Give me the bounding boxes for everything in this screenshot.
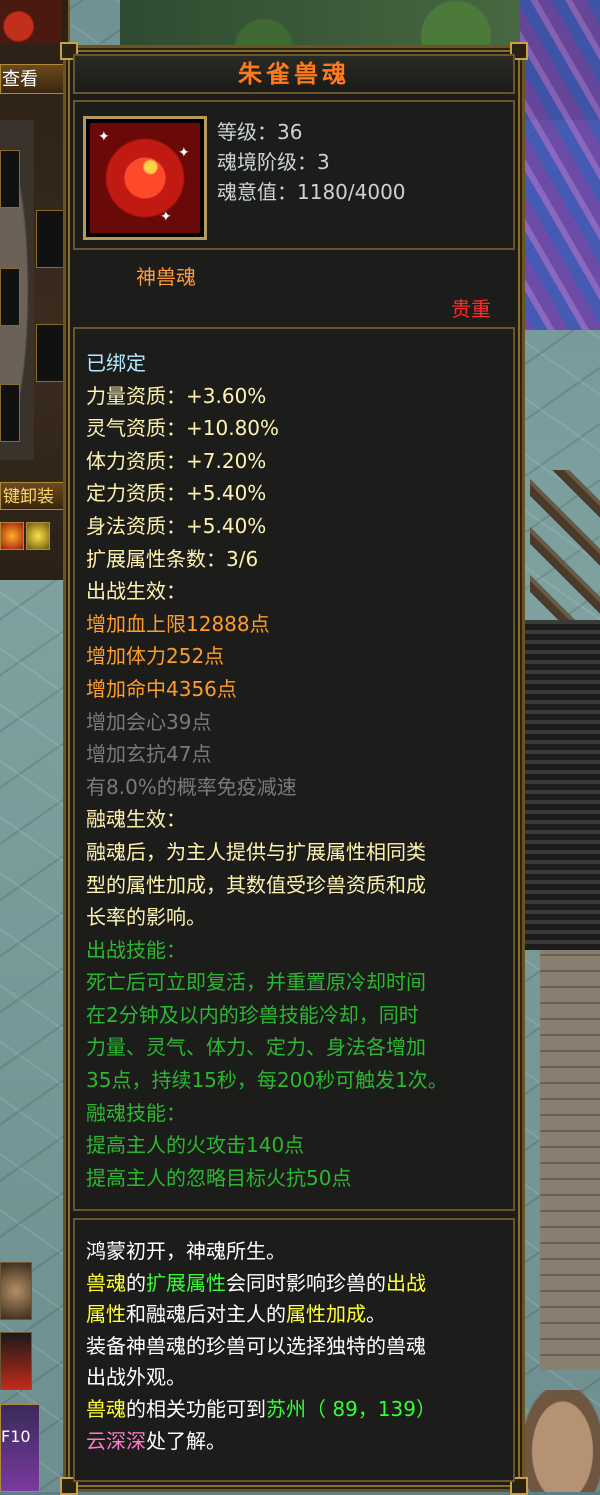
bound-status: 已绑定 [86,351,146,375]
hotkey-label: F10 [1,1427,31,1446]
equip-slot[interactable] [36,324,66,382]
item-rarity: 贵重 [451,297,491,321]
term-battle-attributes: 出战 [386,1270,426,1295]
extension-count: 扩展属性条数：3/6 [86,546,259,571]
fusion-skill: 提高主人的火攻击140点 [86,1133,305,1158]
item-header: ✦ ✦ ✦ 等级：36 魂境阶级：3 魂意值：1180/4000 [73,100,515,250]
battle-skill-text: 死亡后可立即复活，并重置原冷却时间 在2分钟及以内的珍兽技能冷却，同时 力量、灵… [86,970,448,1093]
aptitude-focus: 定力资质：+5.40% [86,481,267,506]
level-stat: 等级：36 [217,120,303,144]
fusion-skill-header: 融魂技能： [86,1100,186,1125]
battle-effect-inactive: 增加玄抗47点 [86,742,212,767]
pet-portrait[interactable] [0,1262,32,1320]
item-icon-frame: ✦ ✦ ✦ [83,116,207,240]
description-text: 的相关功能可到 [126,1396,266,1421]
description-section: 鸿蒙初开，神魂所生。 兽魂的扩展属性会同时影响珍兽的出战 属性和融魂后对主人的属… [73,1218,515,1482]
description-line: 鸿蒙初开，神魂所生。 [86,1239,286,1263]
fusion-skill: 提高主人的忽略目标火抗50点 [86,1165,352,1190]
aptitude-stamina: 体力资质：+7.20% [86,448,267,473]
equip-slot[interactable] [0,384,20,442]
description-line: 兽魂的相关功能可到苏州（ 89，139） [86,1394,507,1426]
character-panel: 查看 键卸装 [0,0,70,580]
description-line: 装备神兽魂的珍兽可以选择独特的兽魂 [86,1333,426,1358]
attributes-section: 已绑定 力量资质：+3.60% 灵气资质：+10.80% 体力资质：+7.20%… [73,327,515,1211]
battle-effect-header: 出战生效： [86,579,186,604]
description-text: 和融魂后对主人的 [126,1302,286,1327]
battle-effect-inactive: 有8.0%的概率免疫减速 [86,774,297,799]
description-line: 出战外观。 [86,1365,186,1390]
description-line: 兽魂的扩展属性会同时影响珍兽的出战 [86,1268,507,1300]
item-type-row: 神兽魂 贵重 [73,253,515,327]
description-text: 处了解。 [146,1428,226,1453]
aptitude-strength: 力量资质：+3.60% [86,383,267,408]
description-text: 的 [126,1270,146,1295]
term-beast-soul: 兽魂 [86,1270,126,1295]
item-tooltip: 朱雀兽魂 ✦ ✦ ✦ 等级：36 魂境阶级：3 魂意值：1180/4000 神兽… [60,42,528,1495]
battle-effect-active: 增加体力252点 [86,644,225,669]
soul-value-stat: 魂意值：1180/4000 [217,180,406,204]
term-attribute-bonus: 属性加成 [286,1302,366,1327]
term-battle-attributes: 属性 [86,1302,126,1327]
equip-slot[interactable] [0,150,20,208]
description-text: 。 [366,1302,386,1327]
aptitude-spirit: 灵气资质：+10.80% [86,416,280,441]
battle-effect-active: 增加血上限12888点 [86,611,270,636]
character-emblem [0,0,62,44]
aptitude-agility: 身法资质：+5.40% [86,513,267,538]
purple-banner [520,0,600,330]
equip-slot[interactable] [0,268,20,326]
realm-stat: 魂境阶级：3 [217,150,330,174]
item-title: 朱雀兽魂 [73,54,515,94]
lightning-skill-icon[interactable] [26,522,50,550]
battle-skill-header: 出战技能： [86,937,186,962]
one-key-unequip-button[interactable]: 键卸装 [0,482,64,510]
battle-effect-active: 增加命中4356点 [86,676,237,701]
term-extended-attributes: 扩展属性 [146,1270,226,1295]
location-link[interactable]: 苏州（ 89，139） [266,1397,436,1421]
description-line: 属性和融魂后对主人的属性加成。 [86,1299,507,1331]
tiled-roof [540,950,600,1370]
dragon-statue [525,1390,600,1492]
item-kind: 神兽魂 [136,265,196,289]
dark-roof [520,620,600,950]
wooden-beams [530,470,600,640]
fire-skill-icon[interactable] [0,522,24,550]
description-line: 云深深处了解。 [86,1426,507,1458]
hotkey-f10-button[interactable]: F10 [0,1404,40,1492]
fusion-effect-header: 融魂生效： [86,807,186,832]
view-button[interactable]: 查看 [0,64,64,94]
equip-slot[interactable] [36,210,66,268]
npc-link[interactable]: 云深深 [86,1429,146,1453]
vermilion-bird-phoenix-icon: ✦ ✦ ✦ [90,123,200,233]
term-beast-soul: 兽魂 [86,1396,126,1421]
description-text: 会同时影响珍兽的 [226,1270,386,1295]
battle-effect-inactive: 增加会心39点 [86,709,212,734]
pet-portrait[interactable] [0,1332,32,1390]
fusion-effect-text: 融魂后，为主人提供与扩展属性相同类 型的属性加成，其数值受珍兽资质和成 长率的影… [86,839,426,930]
